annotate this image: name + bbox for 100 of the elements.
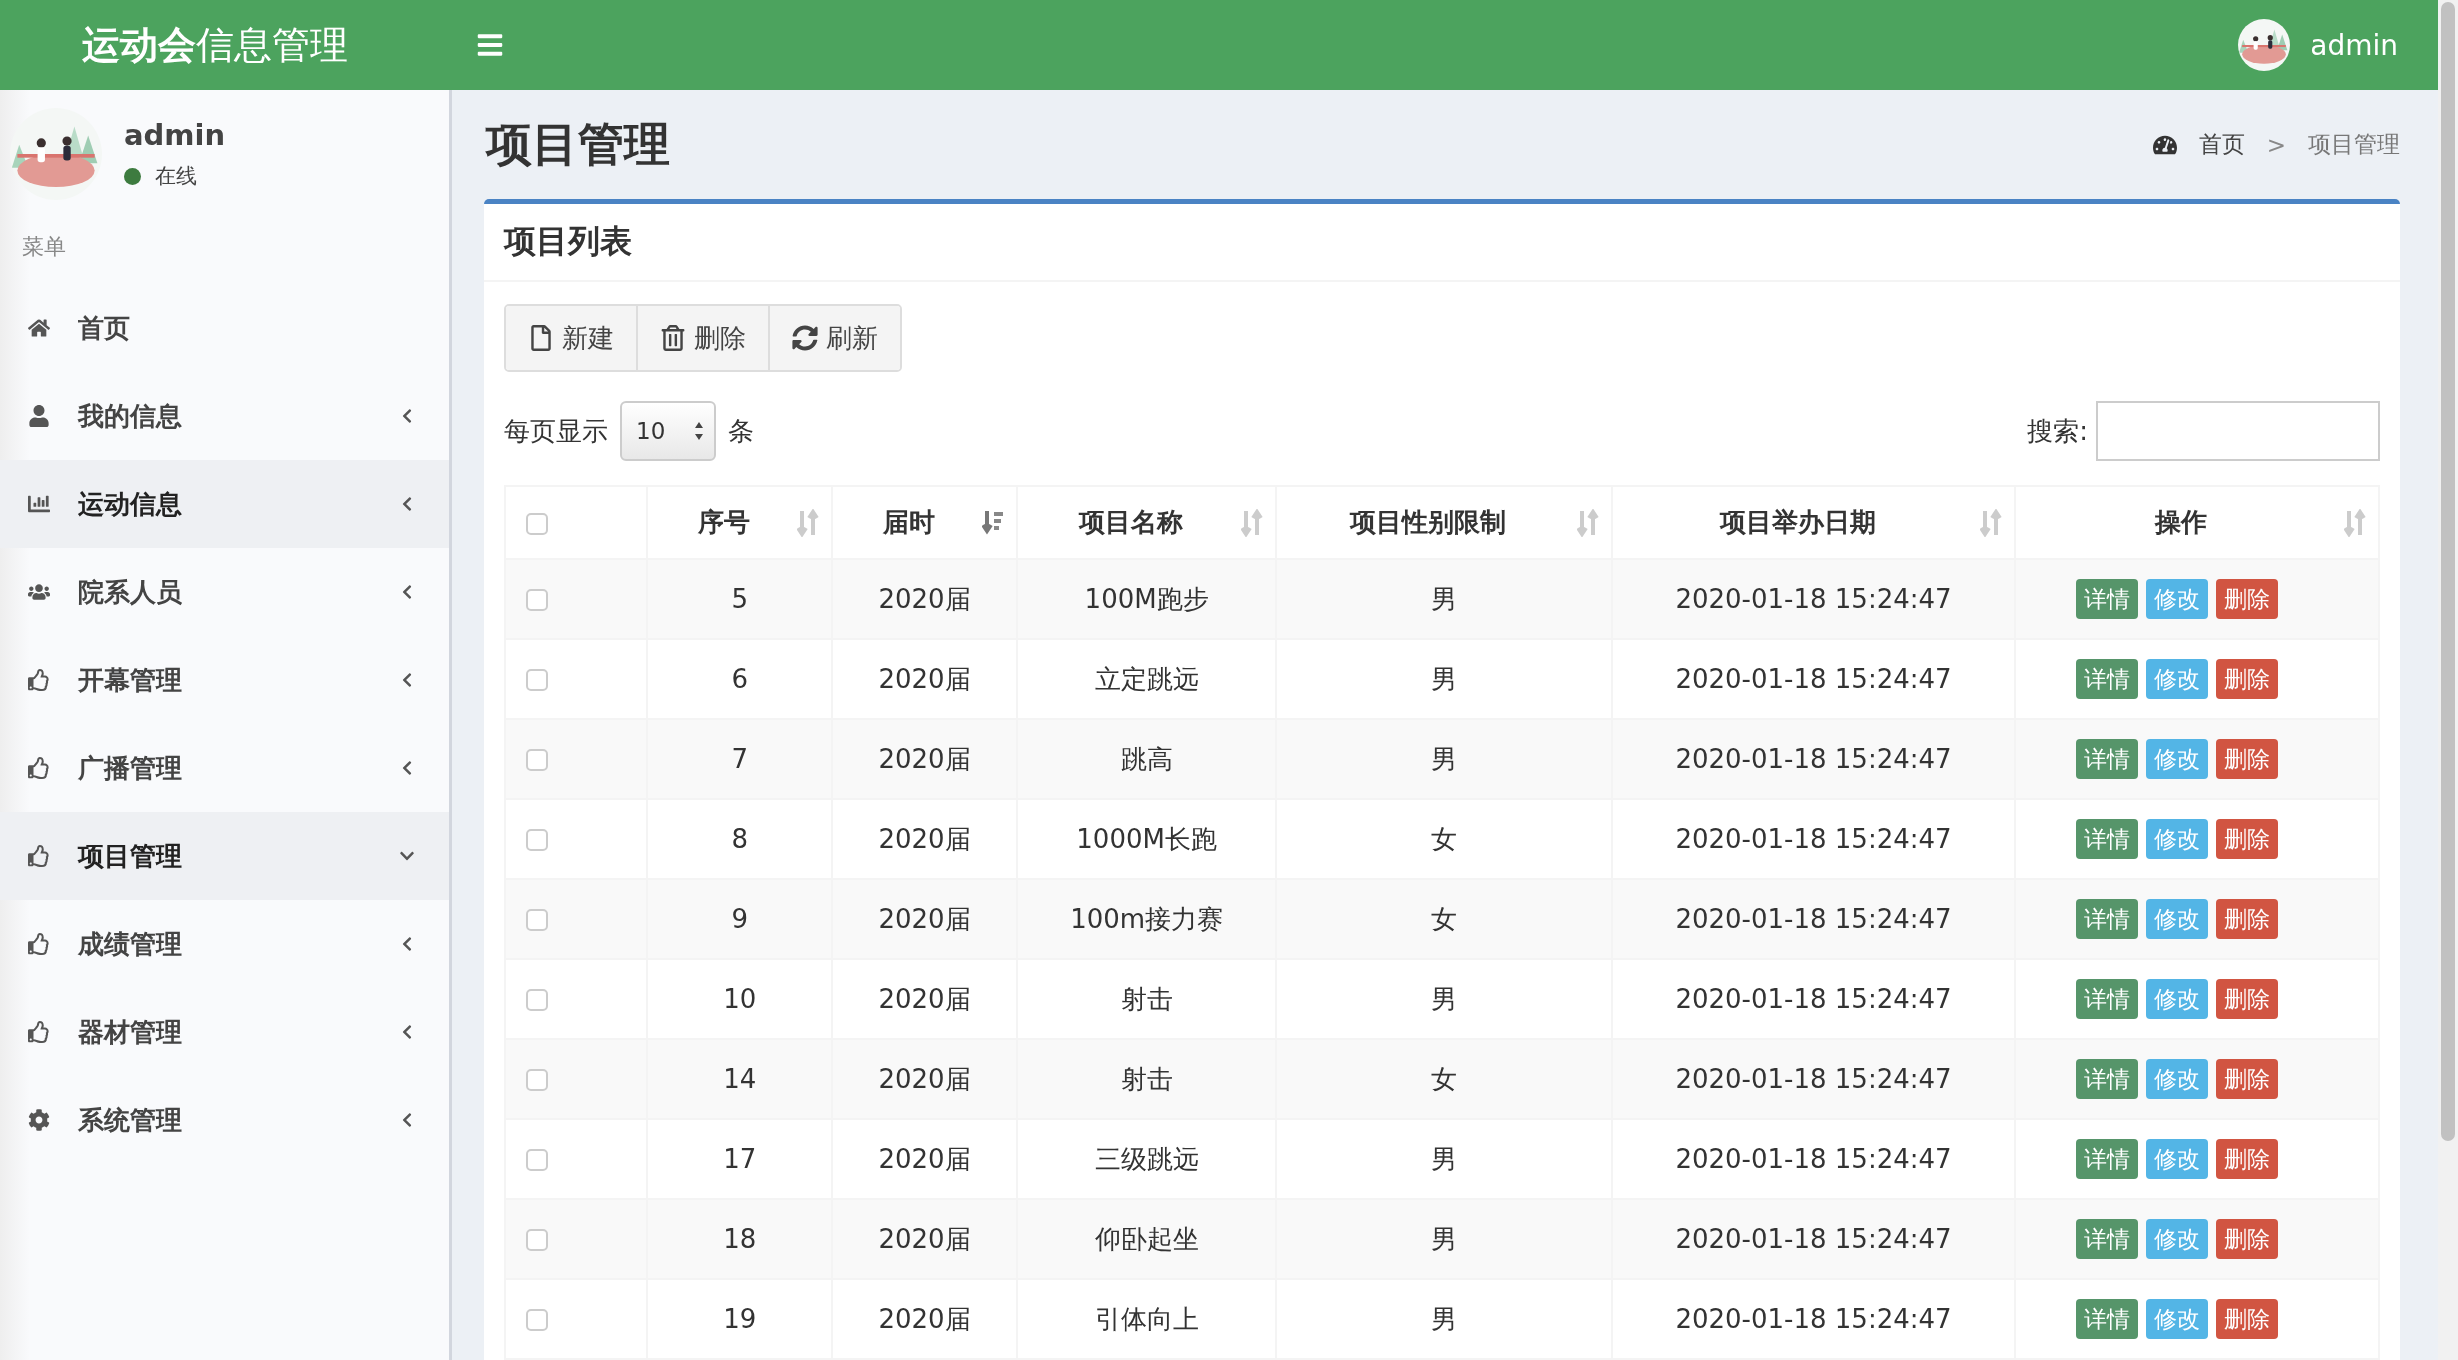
detail-button[interactable]: 详情 [2076, 1059, 2139, 1099]
sort-icon[interactable] [2344, 508, 2366, 537]
page-size-label: 条 [728, 414, 754, 448]
checkbox[interactable] [526, 1069, 548, 1091]
users-icon [28, 581, 50, 603]
detail-button[interactable]: 详情 [2076, 659, 2139, 699]
checkbox[interactable] [526, 749, 548, 771]
toolbar-button[interactable]: 新建 [506, 306, 636, 370]
edit-button[interactable]: 修改 [2146, 1139, 2209, 1179]
sort-icon[interactable] [1241, 508, 1264, 537]
column-header[interactable]: 序号 [697, 507, 750, 537]
checkbox[interactable] [526, 829, 548, 851]
table-cell: 男 [1431, 1223, 1457, 1254]
column-header[interactable]: 项目性别限制 [1350, 507, 1506, 537]
edit-button[interactable]: 修改 [2146, 979, 2209, 1019]
checkbox[interactable] [526, 669, 548, 691]
scrollbar[interactable] [2438, 0, 2458, 1360]
table-cell: 2020届 [878, 583, 971, 614]
table-cell: 女 [1431, 823, 1457, 854]
menu-item[interactable]: 系统管理 [0, 1076, 449, 1164]
edit-button[interactable]: 修改 [2146, 1059, 2209, 1099]
delete-button[interactable]: 删除 [2216, 819, 2279, 859]
detail-button[interactable]: 详情 [2076, 1219, 2139, 1259]
delete-button[interactable]: 删除 [2216, 579, 2279, 619]
delete-button[interactable]: 删除 [2216, 979, 2279, 1019]
edit-button[interactable]: 修改 [2146, 1299, 2209, 1339]
table-cell: 19 [723, 1304, 757, 1334]
detail-button[interactable]: 详情 [2076, 579, 2139, 619]
menu-item[interactable]: 成绩管理 [0, 900, 449, 988]
table-cell: 2020届 [878, 1063, 971, 1094]
delete-button[interactable]: 删除 [2216, 659, 2279, 699]
column-header[interactable]: 项目举办日期 [1719, 507, 1876, 537]
table-cell: 男 [1431, 743, 1457, 774]
table-cell: 1000M长跑 [1076, 823, 1217, 854]
delete-button[interactable]: 删除 [2216, 1139, 2279, 1179]
table-cell: 射击 [1120, 1063, 1173, 1094]
delete-button[interactable]: 删除 [2216, 739, 2279, 779]
checkbox[interactable] [526, 909, 548, 931]
sort-icon[interactable] [797, 508, 820, 537]
table-cell: 5 [731, 584, 748, 614]
detail-button[interactable]: 详情 [2076, 979, 2139, 1019]
detail-button[interactable]: 详情 [2076, 739, 2139, 779]
table-cell: 14 [723, 1064, 757, 1094]
checkbox[interactable] [526, 1229, 548, 1251]
menu-heading: 菜单 [22, 234, 66, 259]
refresh-icon [792, 325, 818, 351]
delete-button[interactable]: 删除 [2216, 1059, 2279, 1099]
detail-button[interactable]: 详情 [2076, 819, 2139, 859]
table-cell: 男 [1431, 983, 1457, 1014]
menu-item[interactable]: 我的信息 [0, 372, 449, 460]
menu-item[interactable]: 首页 [0, 284, 449, 372]
column-header[interactable]: 操作 [2155, 507, 2208, 537]
detail-button[interactable]: 详情 [2076, 1139, 2139, 1179]
menu-item[interactable]: 开幕管理 [0, 636, 449, 724]
menu-item[interactable]: 广播管理 [0, 724, 449, 812]
table-cell: 9 [731, 904, 748, 934]
breadcrumb-separator: > [2266, 131, 2286, 158]
delete-button[interactable]: 删除 [2216, 899, 2279, 939]
toolbar-button[interactable]: 刷新 [768, 306, 900, 370]
checkbox[interactable] [526, 1309, 548, 1331]
breadcrumb-link[interactable]: 首页 [2198, 129, 2245, 160]
menu-item[interactable]: 项目管理 [0, 812, 449, 900]
sort-icon[interactable] [1980, 508, 2003, 537]
column-header[interactable]: 届时 [882, 507, 935, 537]
table-cell: 2020-01-18 15:24:47 [1675, 584, 1952, 614]
breadcrumb-current: 项目管理 [2308, 130, 2400, 159]
table-cell: 17 [723, 1144, 757, 1174]
user-icon [28, 405, 50, 427]
sort-descending-icon[interactable] [981, 508, 1004, 537]
menu-item[interactable]: 运动信息 [0, 460, 449, 548]
detail-button[interactable]: 详情 [2076, 1299, 2139, 1339]
trash-icon [660, 325, 686, 351]
table-cell: 18 [723, 1224, 757, 1254]
table-cell: 100M跑步 [1084, 583, 1209, 614]
sort-icon[interactable] [1576, 508, 1599, 537]
checkbox[interactable] [526, 512, 548, 535]
delete-button[interactable]: 删除 [2216, 1219, 2279, 1259]
toolbar-button[interactable]: 删除 [636, 306, 768, 370]
checkbox[interactable] [526, 1149, 548, 1171]
search-field[interactable] [2096, 401, 2380, 461]
table-cell: 2020届 [878, 663, 971, 694]
table-cell: 跳高 [1120, 743, 1173, 774]
checkbox[interactable] [526, 589, 548, 611]
column-header[interactable]: 项目名称 [1078, 507, 1183, 537]
page-size-select[interactable]: 10 [620, 401, 716, 461]
menu-item[interactable]: 器材管理 [0, 988, 449, 1076]
page-size-label: 每页显示 [504, 414, 608, 448]
status-dot [124, 167, 141, 185]
user-name[interactable]: admin [2310, 28, 2398, 62]
app-title[interactable]: 运动会信息管理 [0, 19, 452, 71]
checkbox[interactable] [526, 989, 548, 1011]
edit-button[interactable]: 修改 [2146, 659, 2209, 699]
edit-button[interactable]: 修改 [2146, 899, 2209, 939]
edit-button[interactable]: 修改 [2146, 739, 2209, 779]
edit-button[interactable]: 修改 [2146, 1219, 2209, 1259]
edit-button[interactable]: 修改 [2146, 579, 2209, 619]
edit-button[interactable]: 修改 [2146, 819, 2209, 859]
delete-button[interactable]: 删除 [2216, 1299, 2279, 1339]
menu-item[interactable]: 院系人员 [0, 548, 449, 636]
detail-button[interactable]: 详情 [2076, 899, 2139, 939]
